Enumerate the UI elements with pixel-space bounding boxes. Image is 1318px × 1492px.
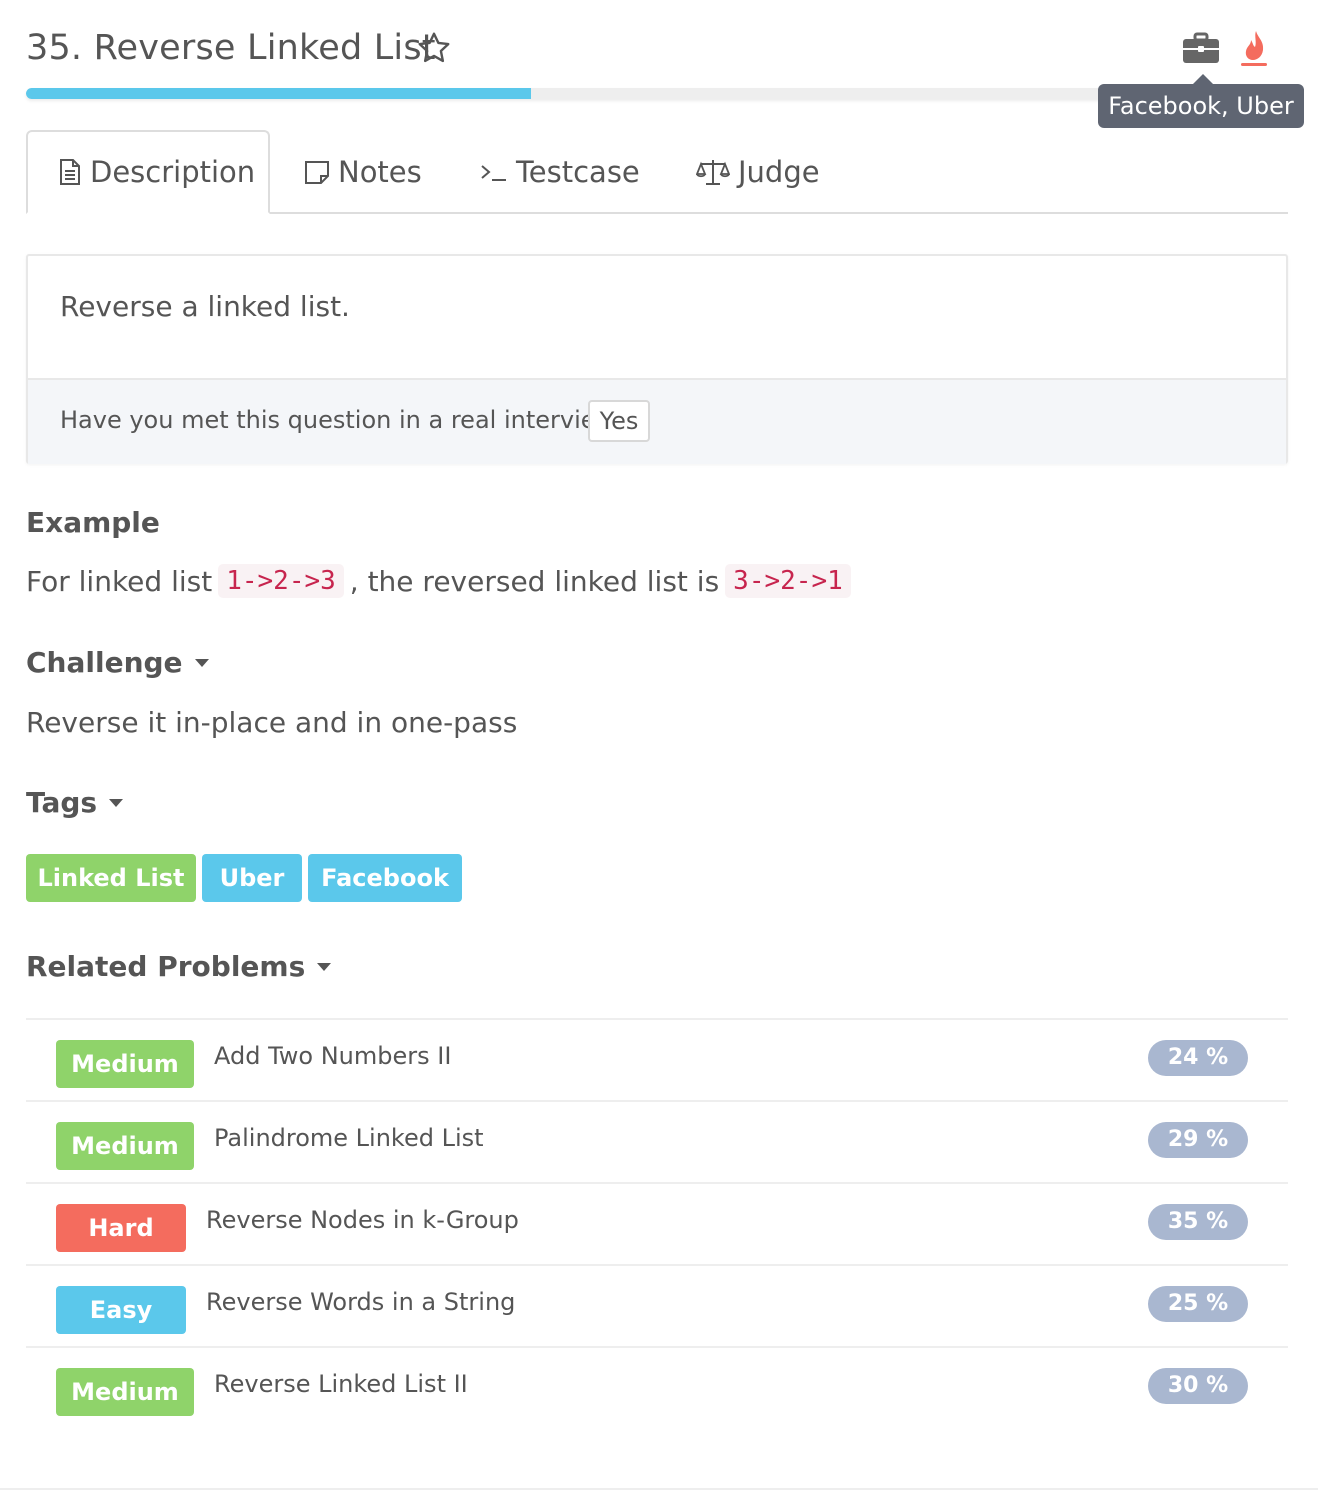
description-text: Reverse a linked list. [60, 290, 350, 323]
interview-bar: Have you met this question in a real int… [28, 378, 1286, 464]
related-problem-row[interactable]: Medium Reverse Linked List II 30 % [26, 1346, 1288, 1428]
tab-label: Testcase [516, 155, 640, 189]
tag-linked-list[interactable]: Linked List [26, 854, 196, 902]
problem-header: 35. Reverse Linked List [26, 26, 1288, 76]
tag-facebook[interactable]: Facebook [308, 854, 462, 902]
tags-heading-text: Tags [26, 786, 98, 819]
related-problem-row[interactable]: Hard Reverse Nodes in k-Group 35 % [26, 1182, 1288, 1264]
tab-judge[interactable]: Judge [696, 130, 820, 214]
tab-label: Description [90, 155, 256, 189]
difficulty-badge: Medium [56, 1040, 194, 1088]
related-problems-list: Medium Add Two Numbers II 24 % Medium Pa… [26, 1018, 1288, 1428]
difficulty-badge: Medium [56, 1368, 194, 1416]
tooltip-arrow [1193, 74, 1213, 84]
example-output-code: 3->2->1 [725, 564, 851, 598]
problem-name[interactable]: Reverse Words in a String [206, 1288, 515, 1316]
yes-button[interactable]: Yes [588, 400, 650, 442]
example-prefix: For linked list [26, 564, 213, 598]
tab-testcase[interactable]: Testcase [480, 130, 640, 214]
challenge-text: Reverse it in-place and in one-pass [26, 706, 518, 739]
difficulty-badge: Easy [56, 1286, 186, 1334]
interview-question: Have you met this question in a real int… [60, 406, 628, 434]
example-heading: Example [26, 506, 160, 539]
description-panel: Reverse a linked list. Have you met this… [26, 254, 1288, 464]
acceptance-rate-badge: 25 % [1148, 1286, 1248, 1322]
star-icon[interactable] [416, 30, 452, 66]
example-heading-text: Example [26, 506, 160, 539]
acceptance-rate-badge: 30 % [1148, 1368, 1248, 1404]
tab-notes[interactable]: Notes [304, 130, 422, 214]
caret-down-icon[interactable] [109, 798, 124, 807]
caret-down-icon[interactable] [317, 962, 332, 971]
difficulty-badge: Hard [56, 1204, 186, 1252]
difficulty-badge: Medium [56, 1122, 194, 1170]
briefcase-icon[interactable] [1182, 32, 1220, 64]
tab-bar: Description Notes Testcase Judge [26, 130, 1288, 214]
related-heading[interactable]: Related Problems [26, 950, 332, 983]
note-icon [305, 161, 329, 184]
problem-name[interactable]: Add Two Numbers II [214, 1042, 451, 1070]
acceptance-rate-badge: 24 % [1148, 1040, 1248, 1076]
progress-fill [26, 88, 531, 99]
bottom-divider [0, 1488, 1318, 1490]
caret-down-icon[interactable] [194, 658, 209, 667]
problem-name[interactable]: Palindrome Linked List [214, 1124, 484, 1152]
scale-icon [696, 160, 730, 185]
challenge-heading[interactable]: Challenge [26, 646, 209, 679]
related-problem-row[interactable]: Medium Palindrome Linked List 29 % [26, 1100, 1288, 1182]
acceptance-rate-badge: 35 % [1148, 1204, 1248, 1240]
example-input-code: 1->2->3 [218, 564, 344, 598]
related-problem-row[interactable]: Easy Reverse Words in a String 25 % [26, 1264, 1288, 1346]
tab-description[interactable]: Description [26, 130, 270, 214]
tab-label: Notes [338, 155, 422, 189]
problem-name[interactable]: Reverse Linked List II [214, 1370, 468, 1398]
tags-heading[interactable]: Tags [26, 786, 124, 819]
problem-title: 35. Reverse Linked List [26, 28, 436, 68]
challenge-heading-text: Challenge [26, 646, 183, 679]
example-text: For linked list 1->2->3 , the reversed l… [26, 564, 857, 598]
related-heading-text: Related Problems [26, 950, 306, 983]
flame-icon[interactable] [1238, 28, 1270, 68]
tab-label: Judge [738, 155, 820, 189]
example-middle: , the reversed linked list is [349, 564, 720, 598]
tag-uber[interactable]: Uber [202, 854, 302, 902]
document-icon [60, 159, 80, 185]
problem-name[interactable]: Reverse Nodes in k-Group [206, 1206, 519, 1234]
related-problem-row[interactable]: Medium Add Two Numbers II 24 % [26, 1018, 1288, 1100]
terminal-icon [481, 165, 506, 181]
companies-tooltip: Facebook, Uber [1098, 84, 1304, 128]
acceptance-rate-badge: 29 % [1148, 1122, 1248, 1158]
